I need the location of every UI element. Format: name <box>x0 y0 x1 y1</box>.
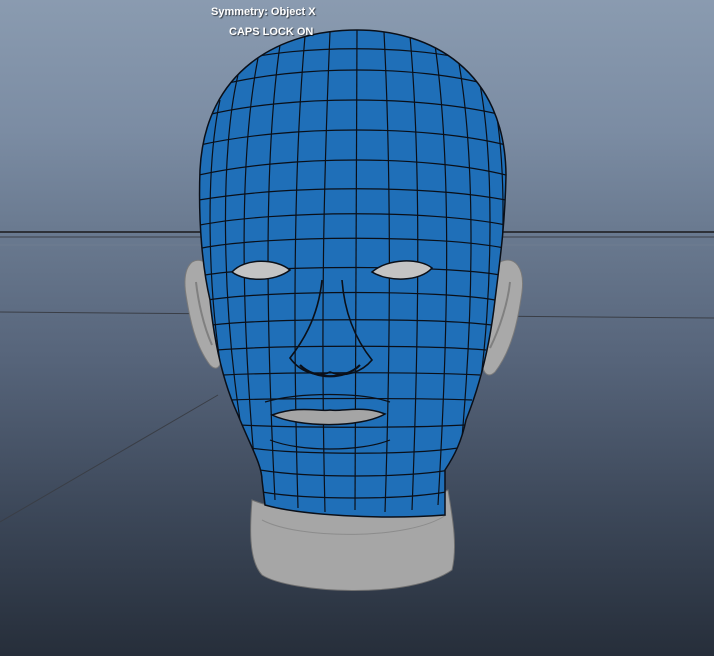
head-mesh[interactable] <box>198 29 507 518</box>
viewport-scene[interactable] <box>0 0 714 656</box>
caps-lock-indicator: CAPS LOCK ON <box>229 26 314 38</box>
3d-viewport[interactable]: Symmetry: Object X CAPS LOCK ON <box>0 0 714 656</box>
symmetry-readout: Symmetry: Object X <box>211 6 316 18</box>
